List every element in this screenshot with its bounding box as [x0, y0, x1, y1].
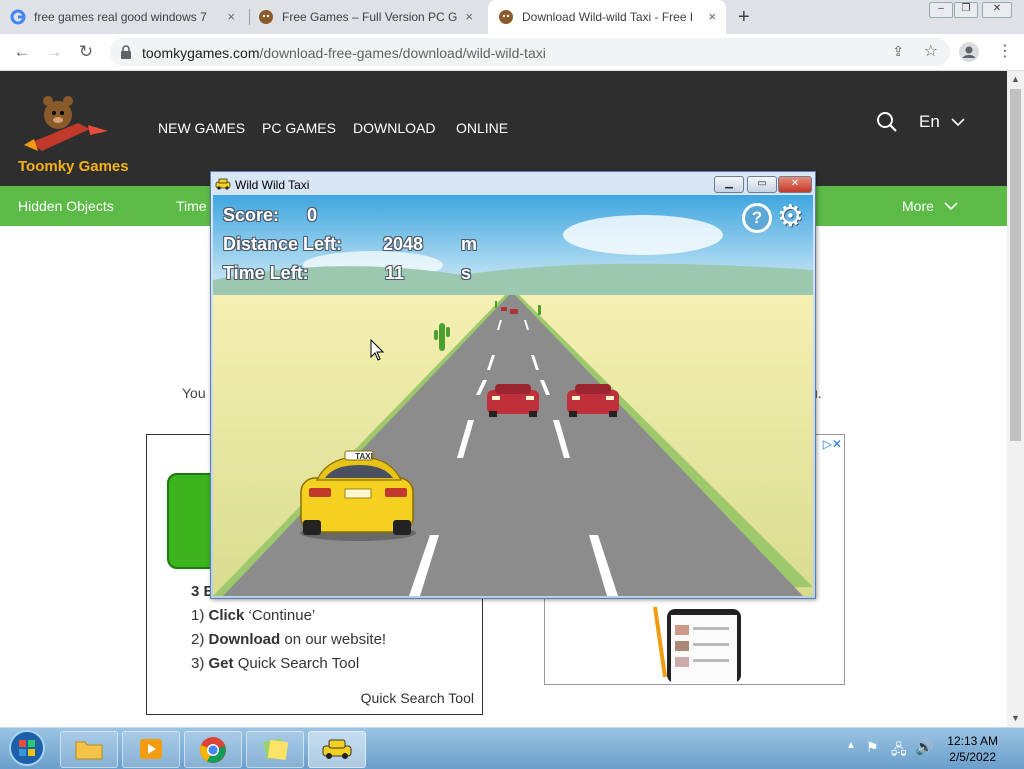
toolbar: ← → ↻ toomkygames.com/download-free-game… [0, 34, 1024, 71]
nav-download[interactable]: DOWNLOAD [353, 120, 435, 136]
game-canvas[interactable]: TAXI Score: 0 Distance Left: 2048 m Time… [213, 195, 813, 596]
tab-title: Download Wild-wild Taxi - Free P [522, 10, 692, 24]
distant-car [510, 309, 518, 314]
volume-icon[interactable]: 🔊 [915, 738, 934, 756]
ad-choices-icon[interactable]: ▷✕ [823, 437, 842, 451]
score-label: Score: [223, 205, 280, 225]
ad-phone-image [653, 606, 741, 683]
score-value: 0 [307, 205, 318, 225]
taxi-icon [215, 178, 231, 190]
distance-value: 2048 [383, 234, 424, 254]
category-time-management[interactable]: Time [176, 198, 207, 214]
ad-footer: Quick Search Tool [360, 690, 474, 706]
clock-date: 2/5/2022 [949, 750, 996, 764]
share-icon[interactable]: ⇪ [892, 43, 904, 60]
back-icon[interactable]: ← [12, 42, 32, 62]
tab-close-button[interactable]: × [708, 9, 716, 24]
body-text-left: You [182, 385, 206, 401]
toomky-favicon-icon [259, 10, 273, 24]
brand-name[interactable]: Toomky Games [18, 158, 129, 175]
scrollbar-thumb[interactable] [1010, 89, 1021, 441]
menu-dots-icon[interactable]: ⋮ [997, 41, 1013, 61]
notes-taskbar-button[interactable] [246, 731, 304, 768]
tab-strip: free games real good windows 7 × Free Ga… [0, 0, 1024, 34]
language-selector[interactable]: En [919, 112, 965, 132]
network-icon[interactable]: 🖧 [891, 739, 907, 763]
system-clock[interactable]: 12:13 AM 2/5/2022 [947, 733, 998, 765]
category-more[interactable]: More [902, 198, 958, 214]
language-label: En [919, 112, 940, 131]
profile-icon[interactable] [959, 42, 979, 62]
toomky-logo[interactable] [18, 85, 118, 161]
google-icon [10, 9, 26, 25]
time-value: 11 [385, 263, 405, 283]
game-window[interactable]: Wild Wild Taxi ▁ ▭ ✕ TAXI Score: 0 Dista… [210, 171, 816, 599]
show-hidden-icons[interactable]: ▲ [846, 740, 856, 751]
start-button[interactable] [8, 729, 46, 767]
folder-icon [75, 741, 103, 760]
game-scene [213, 195, 813, 596]
taskbar: ▲ ⚑ 🖧 🔊 12:13 AM 2/5/2022 [0, 727, 1024, 769]
url-text: toomkygames.com/download-free-games/down… [142, 45, 546, 61]
chevron-down-icon [950, 118, 965, 127]
scroll-down-icon[interactable]: ▼ [1011, 713, 1020, 723]
tab-active-download[interactable]: Download Wild-wild Taxi - Free P × [488, 0, 726, 34]
lock-icon[interactable] [120, 45, 132, 59]
time-label: Time Left: [223, 263, 309, 283]
game-minimize-button[interactable]: ▁ [714, 176, 744, 193]
nav-online[interactable]: ONLINE [456, 120, 508, 136]
action-center-icon[interactable]: ⚑ [866, 739, 879, 756]
tab-free-games[interactable]: Free Games – Full Version PC Gam × [258, 0, 483, 34]
scroll-up-icon[interactable]: ▲ [1011, 74, 1020, 84]
ad-line-2: 2) Download on our website! [191, 631, 387, 648]
chrome-icon [200, 737, 226, 763]
nav-new-games[interactable]: NEW GAMES [158, 120, 245, 136]
new-tab-button[interactable]: + [738, 6, 750, 29]
tab-title: free games real good windows 7 [34, 10, 207, 24]
cactus [538, 305, 541, 315]
cloud [563, 215, 723, 255]
address-bar[interactable]: toomkygames.com/download-free-games/down… [110, 38, 950, 66]
ad-line-3: 3) Get Quick Search Tool [191, 655, 360, 672]
time-unit: s [461, 263, 472, 283]
minimize-button[interactable]: – [929, 2, 953, 18]
maximize-button[interactable]: ❐ [954, 2, 978, 18]
toomky-favicon-icon [499, 10, 513, 24]
nav-pc-games[interactable]: PC GAMES [262, 120, 336, 136]
explorer-taskbar-button[interactable] [60, 731, 118, 768]
tab-title: Free Games – Full Version PC Gam [282, 10, 457, 24]
close-window-button[interactable]: ✕ [982, 2, 1012, 18]
category-hidden-objects[interactable]: Hidden Objects [18, 198, 114, 214]
sticky-notes-icon [263, 738, 289, 761]
bookmark-star-icon[interactable]: ☆ [924, 41, 938, 61]
reload-icon[interactable]: ↻ [76, 42, 96, 62]
game-close-button[interactable]: ✕ [778, 176, 812, 193]
chrome-taskbar-button[interactable] [184, 731, 242, 768]
taxi-game-taskbar-button[interactable] [308, 731, 366, 768]
distance-label: Distance Left: [223, 234, 343, 254]
clock-time: 12:13 AM [947, 734, 998, 748]
help-icon[interactable]: ? [742, 203, 772, 233]
more-label: More [902, 198, 934, 214]
media-player-taskbar-button[interactable] [122, 731, 180, 768]
tab-close-button[interactable]: × [465, 9, 473, 24]
ad-line-1: 1) Click ‘Continue’ [191, 607, 316, 624]
site-header: Toomky Games NEW GAMES PC GAMES DOWNLOAD… [0, 71, 1007, 186]
cactus [495, 301, 497, 308]
page-scrollbar[interactable]: ▲ ▼ [1007, 71, 1024, 727]
tab-close-button[interactable]: × [227, 9, 235, 24]
chevron-down-icon [944, 202, 958, 211]
taxi-icon [322, 739, 352, 759]
game-window-title: Wild Wild Taxi [235, 178, 310, 192]
taxi-sign: TAXI [355, 452, 373, 461]
distant-car [501, 307, 507, 311]
tab-search[interactable]: free games real good windows 7 × [10, 0, 245, 34]
game-maximize-button[interactable]: ▭ [747, 176, 777, 193]
distance-unit: m [461, 234, 478, 254]
media-player-icon [140, 739, 162, 759]
search-icon[interactable] [876, 111, 898, 133]
settings-gear-icon[interactable]: ⚙ [777, 199, 804, 234]
forward-icon[interactable]: → [44, 42, 64, 62]
